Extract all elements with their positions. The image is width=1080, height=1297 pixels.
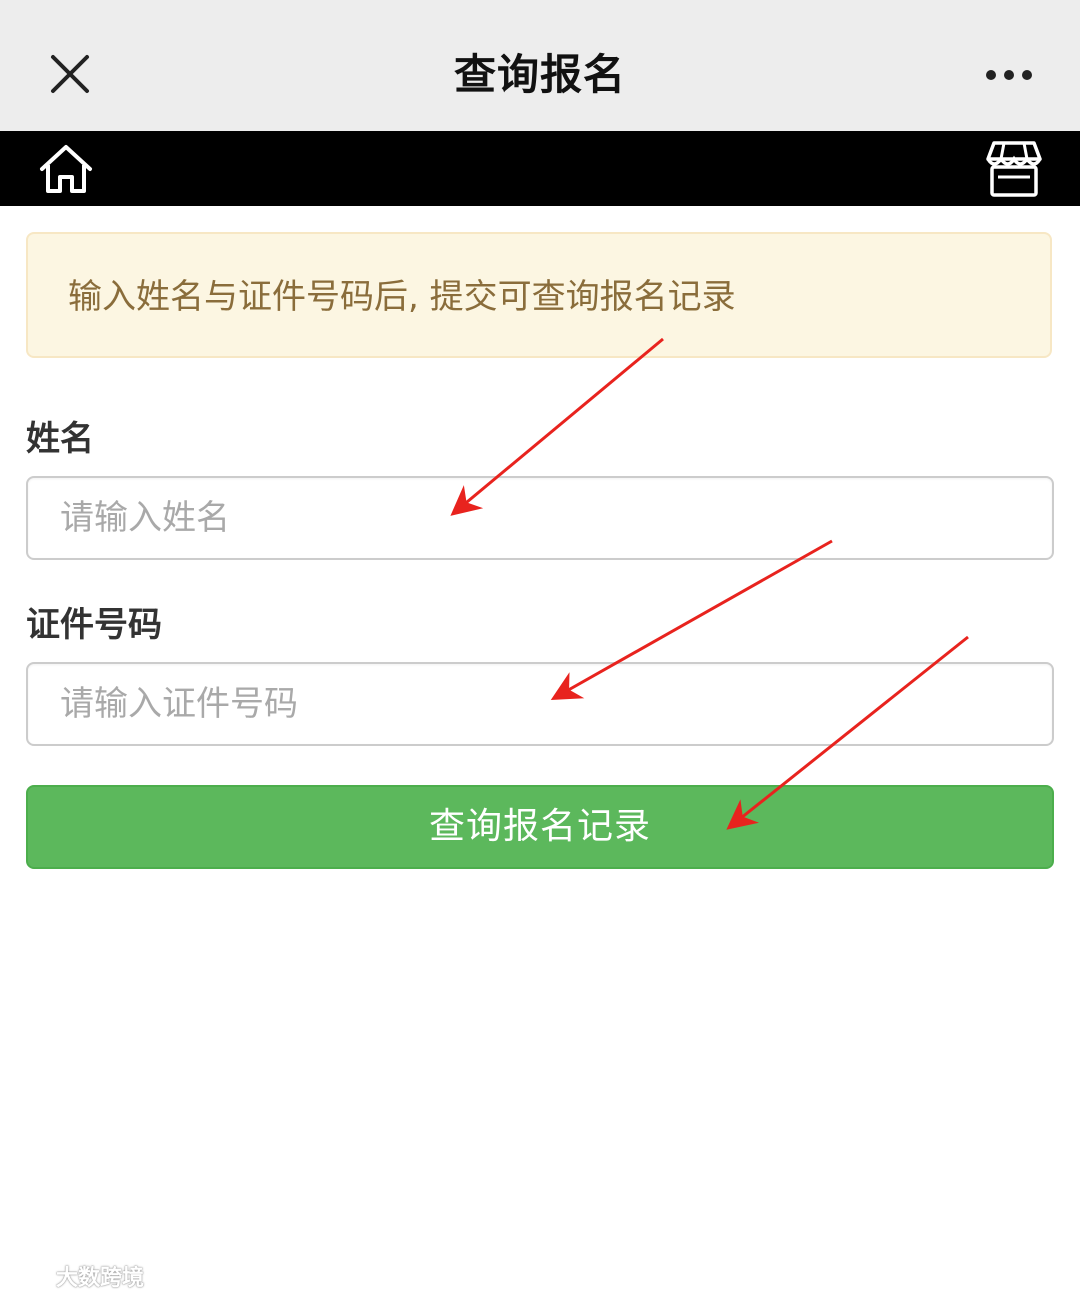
query-records-button[interactable]: 查询报名记录 [26,785,1054,869]
store-icon [986,141,1042,197]
nav-bar [0,131,1080,206]
title-bar: 查询报名 [0,0,1080,131]
page: 查询报名 输入姓名与证件号码后, 提交可查询报名记录 姓名 请输入姓名 证件号码… [0,0,1080,1297]
name-label: 姓名 [26,419,94,459]
name-input[interactable] [26,476,1054,560]
id-number-input[interactable] [26,662,1054,746]
page-title: 查询报名 [453,50,626,99]
notice-alert: 输入姓名与证件号码后, 提交可查询报名记录 [26,232,1052,358]
store-button[interactable] [984,139,1044,199]
notice-text: 输入姓名与证件号码后, 提交可查询报名记录 [68,277,736,317]
close-button[interactable] [40,44,100,104]
home-icon [40,145,92,193]
home-button[interactable] [36,139,96,199]
watermark: 大数跨境 [10,1258,144,1294]
more-dots-icon [986,70,1032,80]
more-button[interactable] [974,50,1044,100]
close-icon [51,55,89,93]
watermark-logo-icon [10,1264,50,1287]
watermark-text: 大数跨境 [56,1266,145,1291]
id-number-label: 证件号码 [26,605,162,645]
